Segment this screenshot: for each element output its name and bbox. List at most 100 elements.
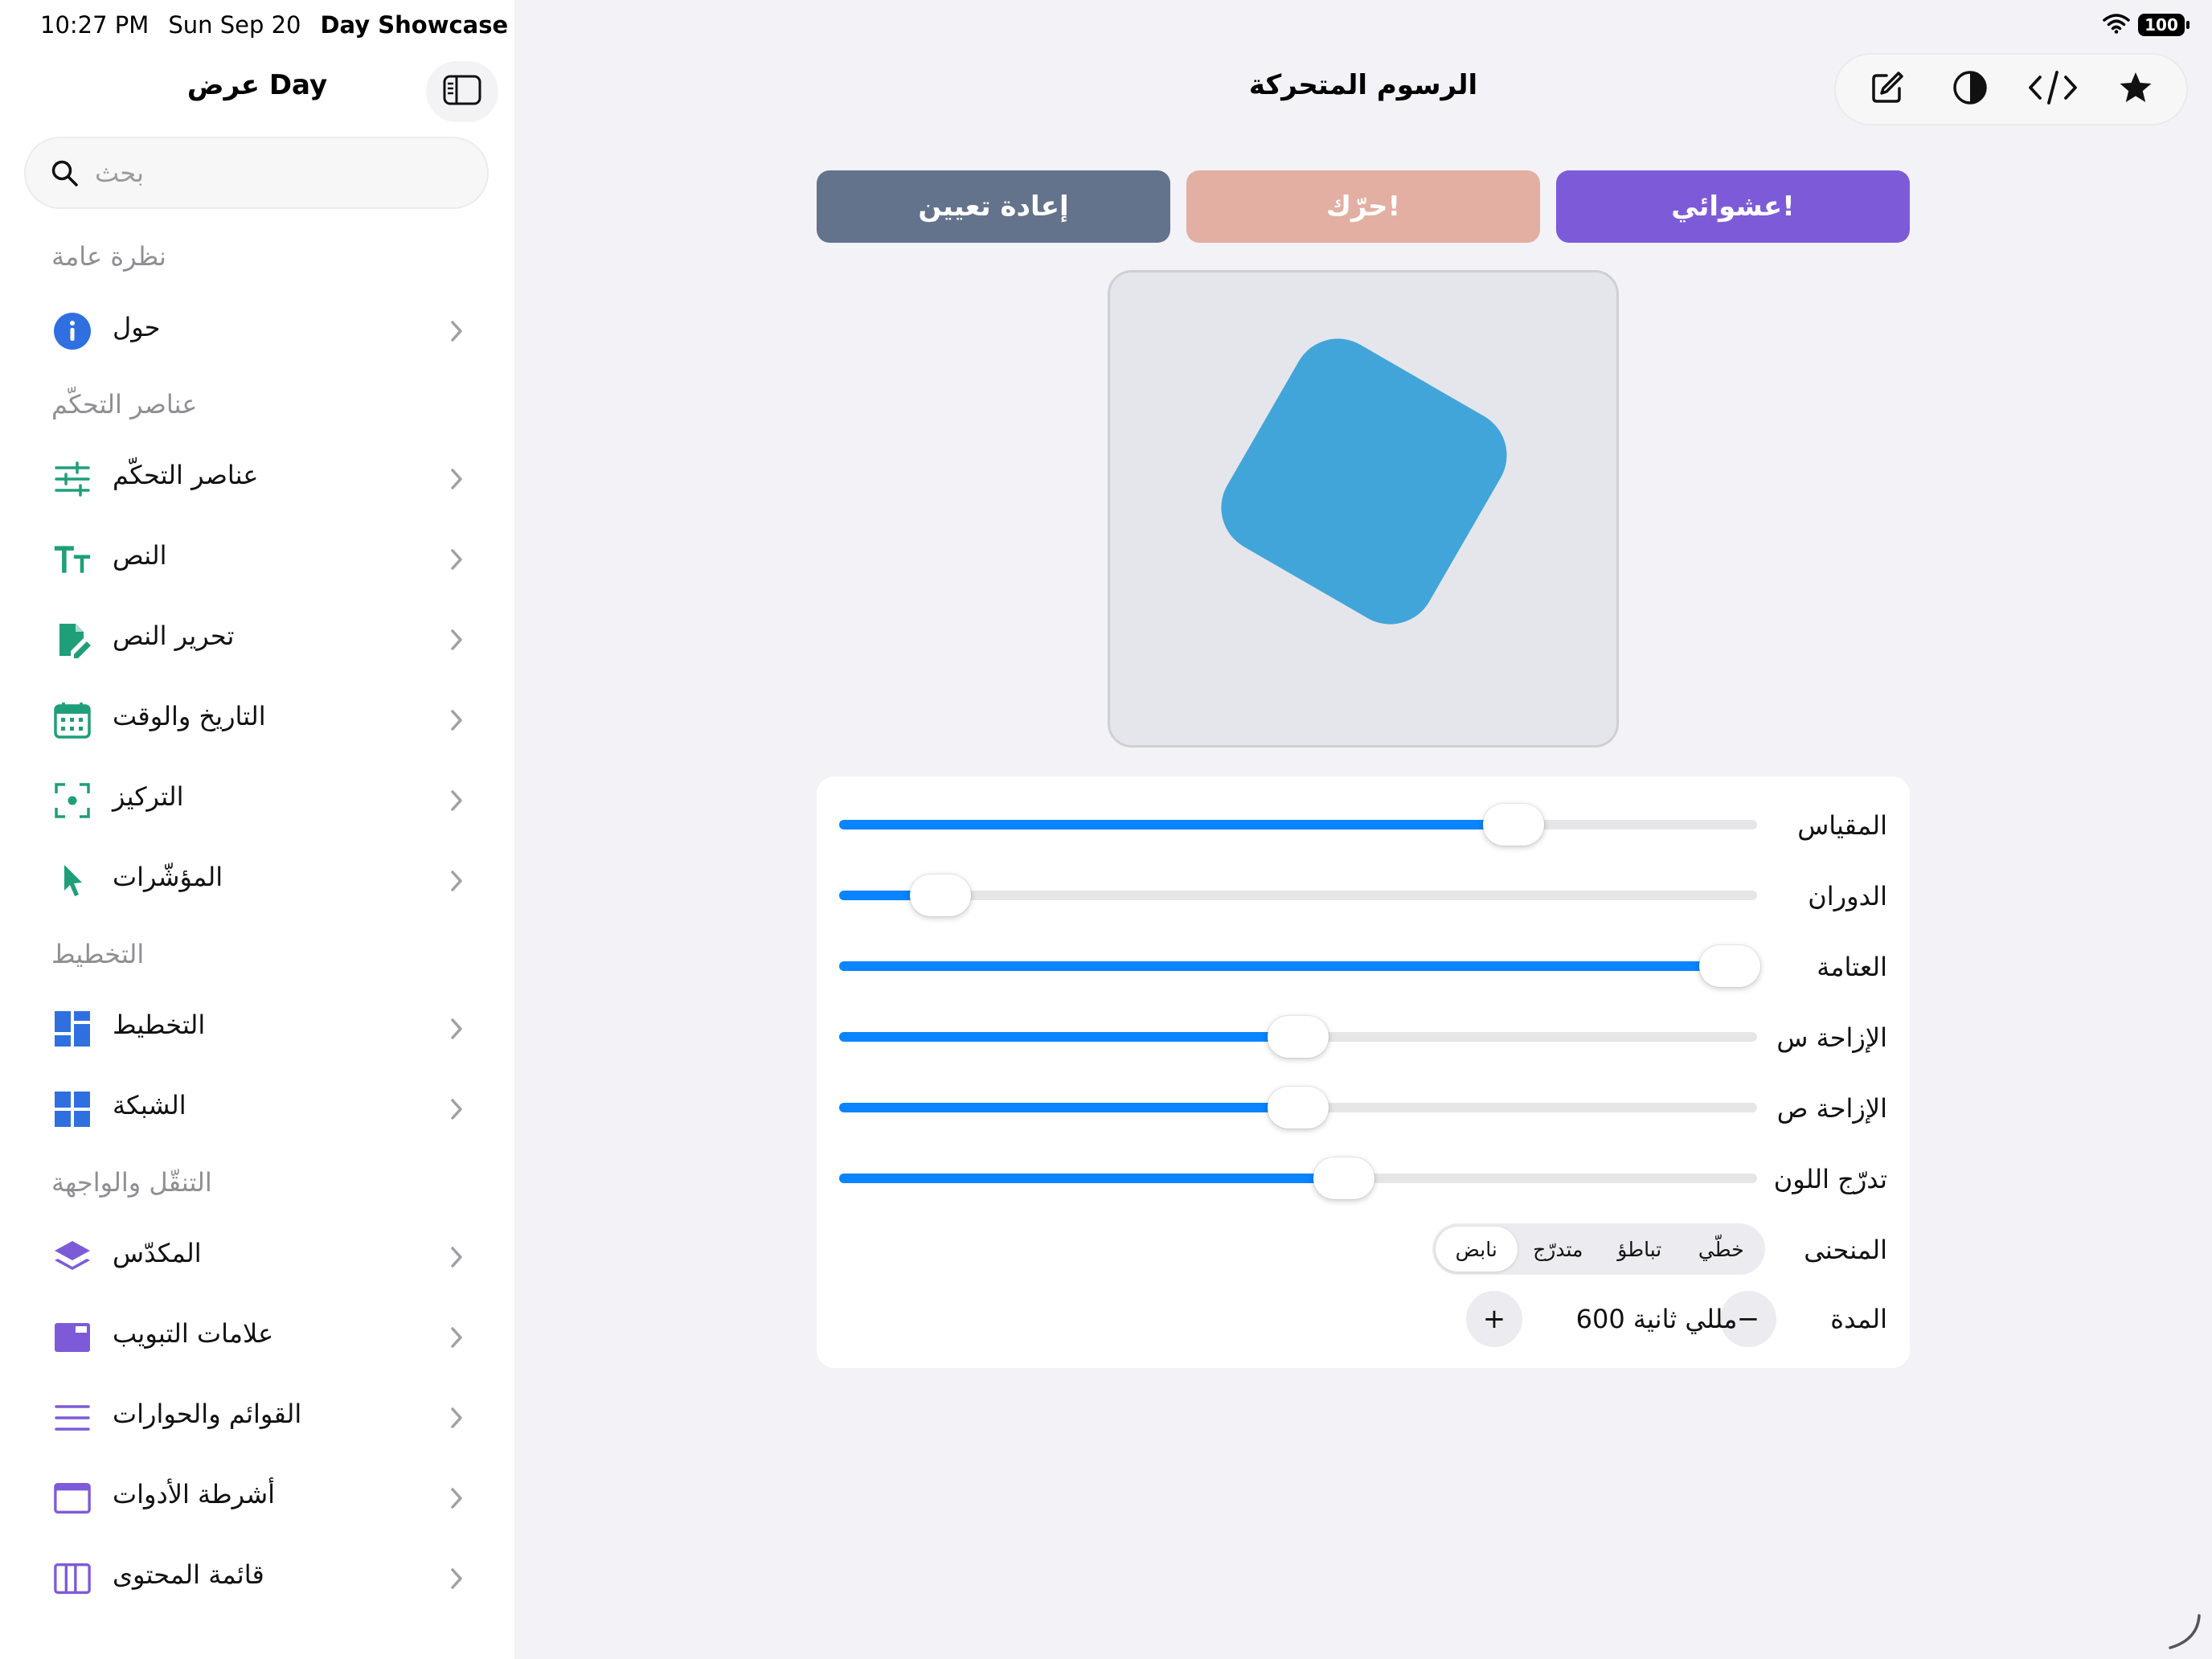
offset-x-slider[interactable] bbox=[839, 1016, 1757, 1058]
slider-fill bbox=[839, 961, 1730, 971]
slider-label: المقياس bbox=[1797, 810, 1887, 841]
sidebar-item-sliders[interactable]: عناصر التحكّم bbox=[24, 440, 490, 518]
resize-handle[interactable] bbox=[2164, 1611, 2204, 1651]
chevron-right-icon bbox=[447, 866, 466, 895]
chevron-right-icon bbox=[447, 545, 466, 574]
compose-icon bbox=[1869, 69, 1906, 109]
sidebar-item-edit-document[interactable]: تحرير النص bbox=[24, 601, 490, 678]
section-header: التخطيط bbox=[51, 939, 145, 969]
slider-track bbox=[839, 891, 1757, 900]
duration-value: 600 مللي ثانية bbox=[1575, 1304, 1738, 1334]
sidebar-item-label: قائمة المحتوى bbox=[113, 1559, 264, 1590]
reset-button[interactable]: إعادة تعيين bbox=[817, 170, 1170, 243]
sidebar-item-sidebar-panel[interactable]: قائمة المحتوى bbox=[24, 1540, 490, 1617]
duration-increment-button[interactable]: + bbox=[1466, 1291, 1522, 1347]
chevron-right-icon bbox=[447, 1403, 466, 1432]
toolbar bbox=[1834, 53, 2188, 125]
sidebar-item-text-size[interactable]: النص bbox=[24, 521, 490, 598]
sidebar-item-label: حول bbox=[113, 312, 161, 342]
chevron-right-icon bbox=[447, 1484, 466, 1513]
slider-thumb[interactable] bbox=[1313, 1157, 1375, 1199]
slider-fill bbox=[839, 820, 1514, 830]
curve-option[interactable]: متدرّج bbox=[1518, 1227, 1600, 1272]
status-time: 10:27 PM bbox=[40, 11, 150, 39]
rotation-slider[interactable] bbox=[839, 875, 1757, 916]
chevron-right-icon bbox=[447, 317, 466, 346]
sidebar-item-menu-lines[interactable]: القوائم والحوارات bbox=[24, 1379, 490, 1456]
star-icon bbox=[2118, 70, 2153, 109]
wifi-icon bbox=[2103, 13, 2130, 37]
sidebar-item-focus[interactable]: التركيز bbox=[24, 762, 490, 839]
curve-label: المنحنى bbox=[1804, 1235, 1887, 1265]
slider-thumb[interactable] bbox=[1483, 804, 1545, 846]
slider-thumb[interactable] bbox=[1268, 1016, 1329, 1058]
chevron-right-icon bbox=[447, 786, 466, 815]
section-header: عناصر التحكّم bbox=[51, 389, 198, 420]
duration-label: المدة bbox=[1830, 1304, 1887, 1334]
opacity-slider[interactable] bbox=[839, 945, 1760, 987]
controls-panel: المقياس الدوران العتامة الإزاحة س الإزاحة ص ت… bbox=[817, 776, 1910, 1368]
curve-option[interactable]: خطّي bbox=[1681, 1227, 1763, 1272]
slider-row: الدوران bbox=[817, 863, 1910, 928]
hue-slider[interactable] bbox=[839, 1157, 1757, 1199]
search-input[interactable] bbox=[93, 157, 434, 189]
slider-fill bbox=[839, 1174, 1345, 1183]
sidebar-item-stack[interactable]: المكدّس bbox=[24, 1219, 490, 1296]
slider-fill bbox=[839, 1103, 1298, 1112]
slider-thumb[interactable] bbox=[909, 875, 971, 916]
slider-row: الإزاحة ص bbox=[817, 1075, 1910, 1140]
sidebar-item-calendar[interactable]: التاريخ والوقت bbox=[24, 682, 490, 759]
status-bar-right: 100 bbox=[2103, 13, 2189, 37]
pointer-icon bbox=[53, 862, 92, 900]
sidebar-item-tabs[interactable]: علامات التبويب bbox=[24, 1299, 490, 1376]
menu-lines-icon bbox=[53, 1399, 92, 1437]
random-button[interactable]: عشوائي! bbox=[1556, 170, 1910, 243]
section-header: نظرة عامة bbox=[51, 241, 166, 272]
layout-icon bbox=[53, 1010, 92, 1048]
sidebar-item-grid[interactable]: الشبكة bbox=[24, 1071, 490, 1148]
contrast-button[interactable] bbox=[1934, 61, 2006, 117]
sidebar-item-pointer[interactable]: المؤشّرات bbox=[24, 842, 490, 920]
sidebar-item-label: التاريخ والوقت bbox=[113, 701, 266, 731]
slider-thumb[interactable] bbox=[1268, 1087, 1329, 1129]
sidebar-item-label: المؤشّرات bbox=[113, 862, 223, 892]
slider-label: العتامة bbox=[1817, 952, 1887, 982]
offset-y-slider[interactable] bbox=[839, 1087, 1757, 1129]
chevron-right-icon bbox=[447, 706, 466, 735]
scale-slider[interactable] bbox=[839, 804, 1757, 846]
tabs-icon bbox=[53, 1318, 92, 1357]
sidebar-item-info[interactable]: حول bbox=[24, 293, 490, 370]
status-bar-left: 10:27 PM Sun Sep 20 Day Showcase bbox=[40, 11, 508, 39]
chevron-right-icon bbox=[447, 1095, 466, 1124]
animated-shape bbox=[1204, 322, 1524, 641]
slider-thumb[interactable] bbox=[1698, 945, 1760, 987]
stack-icon bbox=[53, 1238, 92, 1276]
chevron-right-icon bbox=[447, 1014, 466, 1043]
compose-button[interactable] bbox=[1851, 61, 1923, 117]
sidebar-title: عرض Day bbox=[186, 69, 328, 101]
sidebar-toggle-icon bbox=[442, 74, 482, 109]
slider-row: المقياس bbox=[817, 793, 1910, 857]
curve-option[interactable]: تباطؤ bbox=[1599, 1227, 1681, 1272]
code-button[interactable] bbox=[2017, 61, 2089, 117]
sidebar-toggle-button[interactable] bbox=[426, 61, 498, 122]
sidebar-item-label: أشرطة الأدوات bbox=[113, 1479, 276, 1509]
duration-row: المدة −600 مللي ثانية + bbox=[817, 1286, 1910, 1350]
slider-row: الإزاحة س bbox=[817, 1005, 1910, 1069]
animate-button[interactable]: حرّك! bbox=[1186, 170, 1540, 243]
search-field[interactable] bbox=[24, 137, 489, 209]
sidebar-item-layout[interactable]: التخطيط bbox=[24, 990, 490, 1067]
section-header: التنقّل والواجهة bbox=[51, 1167, 212, 1198]
curve-option[interactable]: نابض bbox=[1436, 1227, 1518, 1272]
sidebar-item-label: الشبكة bbox=[113, 1090, 186, 1120]
sidebar-item-toolbar[interactable]: أشرطة الأدوات bbox=[24, 1460, 490, 1537]
curve-segmented-control: خطّي تباطؤ متدرّج نابض bbox=[1432, 1223, 1765, 1275]
sidebar-panel-icon bbox=[53, 1559, 92, 1598]
slider-row: العتامة bbox=[817, 934, 1910, 998]
search-icon bbox=[47, 155, 82, 190]
battery-indicator: 100 bbox=[2138, 14, 2189, 36]
calendar-icon bbox=[53, 701, 92, 739]
favorite-button[interactable] bbox=[2099, 61, 2172, 117]
sidebar-item-label: عناصر التحكّم bbox=[113, 460, 259, 490]
sidebar-item-label: المكدّس bbox=[113, 1238, 202, 1268]
